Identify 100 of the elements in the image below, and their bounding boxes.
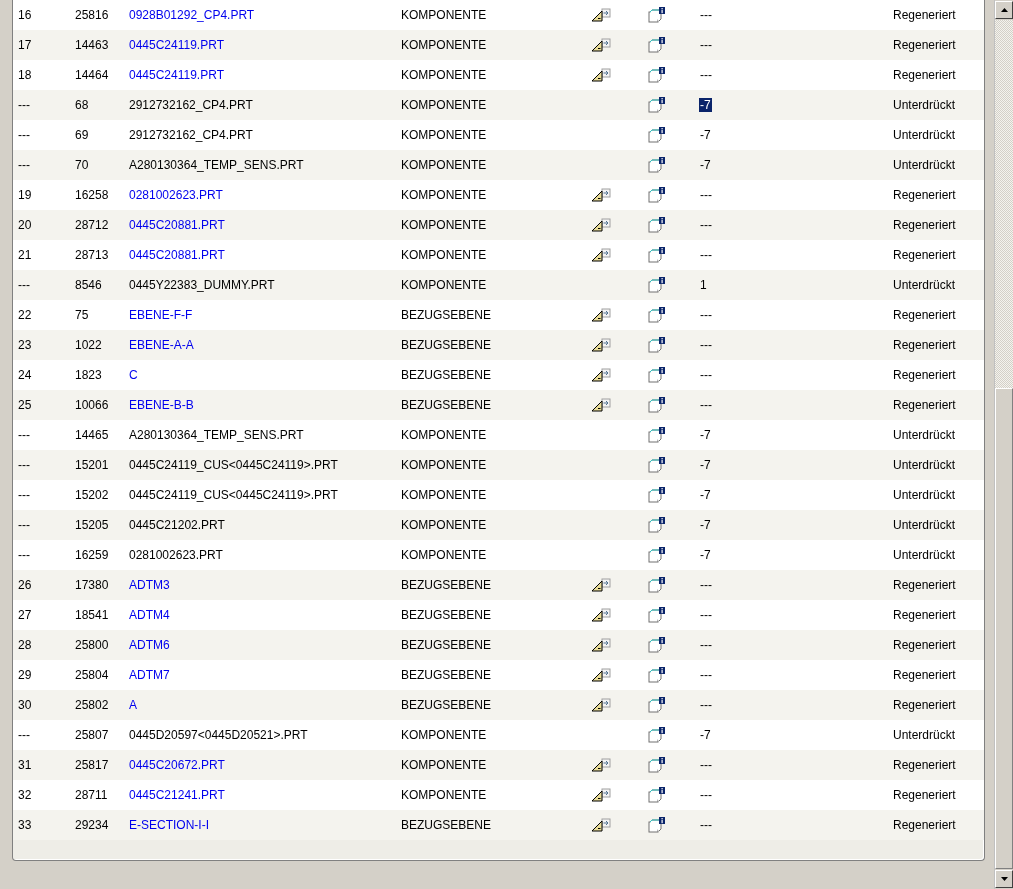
info-cube-icon[interactable] — [648, 727, 666, 743]
triangle-arrow-icon[interactable] — [591, 368, 611, 382]
info-cube-icon[interactable] — [648, 277, 666, 293]
value-cell[interactable]: --- — [699, 398, 713, 412]
value-cell[interactable]: --- — [699, 758, 713, 772]
info-cube-icon[interactable] — [648, 607, 666, 623]
info-cube-icon[interactable] — [648, 637, 666, 653]
triangle-arrow-icon[interactable] — [591, 308, 611, 322]
triangle-arrow-icon[interactable] — [591, 188, 611, 202]
info-cube-icon[interactable] — [648, 397, 666, 413]
value-cell[interactable]: --- — [699, 248, 713, 262]
value-cell[interactable]: -7 — [699, 728, 712, 742]
feature-link[interactable]: 0928B01292_CP4.PRT — [129, 8, 255, 22]
info-cube-icon[interactable] — [648, 67, 666, 83]
status-text: Unterdrückt — [893, 98, 956, 112]
info-cube-icon[interactable] — [648, 157, 666, 173]
scroll-down-button[interactable] — [995, 870, 1013, 888]
scroll-up-button[interactable] — [995, 1, 1013, 19]
feature-type: KOMPONENTE — [401, 8, 487, 22]
info-cube-icon[interactable] — [648, 247, 666, 263]
value-cell[interactable]: -7 — [699, 518, 712, 532]
triangle-arrow-icon[interactable] — [591, 668, 611, 682]
value-cell[interactable]: -7 — [699, 158, 712, 172]
triangle-arrow-icon[interactable] — [591, 248, 611, 262]
triangle-arrow-icon[interactable] — [591, 788, 611, 802]
info-cube-icon[interactable] — [648, 7, 666, 23]
feature-link[interactable]: ADTM3 — [129, 578, 170, 592]
triangle-arrow-icon[interactable] — [591, 698, 611, 712]
value-cell[interactable]: --- — [699, 818, 713, 832]
info-cube-icon[interactable] — [648, 307, 666, 323]
scroll-thumb[interactable] — [995, 388, 1013, 869]
info-cube-icon[interactable] — [648, 487, 666, 503]
feature-link[interactable]: ADTM6 — [129, 638, 170, 652]
value-cell[interactable]: --- — [699, 578, 713, 592]
feature-link[interactable]: 0445C24119.PRT — [129, 68, 224, 82]
feature-link[interactable]: EBENE-B-B — [129, 398, 194, 412]
feature-link[interactable]: 0445C20672.PRT — [129, 758, 225, 772]
triangle-arrow-icon[interactable] — [591, 398, 611, 412]
info-cube-icon[interactable] — [648, 457, 666, 473]
value-cell[interactable]: 1 — [699, 278, 708, 292]
feature-link[interactable]: ADTM7 — [129, 668, 170, 682]
triangle-arrow-icon[interactable] — [591, 638, 611, 652]
triangle-arrow-icon[interactable] — [591, 218, 611, 232]
triangle-arrow-icon[interactable] — [591, 758, 611, 772]
feature-link[interactable]: EBENE-A-A — [129, 338, 194, 352]
info-cube-icon[interactable] — [648, 757, 666, 773]
feature-link[interactable]: E-SECTION-I-I — [129, 818, 209, 832]
feature-link[interactable]: ADTM4 — [129, 608, 170, 622]
value-cell[interactable]: -7 — [699, 128, 712, 142]
value-cell[interactable]: --- — [699, 218, 713, 232]
feature-id: 75 — [75, 308, 89, 322]
info-cube-icon[interactable] — [648, 367, 666, 383]
value-cell[interactable]: --- — [699, 188, 713, 202]
triangle-arrow-icon[interactable] — [591, 338, 611, 352]
value-cell[interactable]: -7 — [699, 488, 712, 502]
feature-link[interactable]: C — [129, 368, 138, 382]
info-cube-icon[interactable] — [648, 697, 666, 713]
info-cube-icon[interactable] — [648, 337, 666, 353]
info-cube-icon[interactable] — [648, 667, 666, 683]
info-cube-icon[interactable] — [648, 577, 666, 593]
value-cell[interactable]: --- — [699, 38, 713, 52]
value-cell[interactable]: --- — [699, 698, 713, 712]
value-cell[interactable]: --- — [699, 68, 713, 82]
value-cell[interactable]: -7 — [699, 548, 712, 562]
info-cube-icon[interactable] — [648, 517, 666, 533]
value-cell[interactable]: --- — [699, 8, 713, 22]
value-cell[interactable]: -7 — [699, 428, 712, 442]
feature-link[interactable]: 0281002623.PRT — [129, 188, 223, 202]
scroll-down-icon[interactable] — [1000, 877, 1008, 881]
feature-link[interactable]: 0445C21241.PRT — [129, 788, 225, 802]
value-cell[interactable]: --- — [699, 308, 713, 322]
triangle-arrow-icon[interactable] — [591, 68, 611, 82]
value-cell[interactable]: --- — [699, 668, 713, 682]
info-cube-icon[interactable] — [648, 547, 666, 563]
value-cell[interactable]: -7 — [699, 458, 712, 472]
value-cell[interactable]: --- — [699, 338, 713, 352]
triangle-arrow-icon[interactable] — [591, 578, 611, 592]
info-cube-icon[interactable] — [648, 37, 666, 53]
feature-link[interactable]: 0445C20881.PRT — [129, 248, 225, 262]
info-cube-icon[interactable] — [648, 787, 666, 803]
info-cube-icon[interactable] — [648, 97, 666, 113]
feature-link[interactable]: 0445C20881.PRT — [129, 218, 225, 232]
value-cell[interactable]: --- — [699, 608, 713, 622]
info-cube-icon[interactable] — [648, 187, 666, 203]
feature-link[interactable]: EBENE-F-F — [129, 308, 193, 322]
info-cube-icon[interactable] — [648, 817, 666, 833]
info-cube-icon[interactable] — [648, 427, 666, 443]
scroll-up-icon[interactable] — [1000, 8, 1008, 12]
info-cube-icon[interactable] — [648, 127, 666, 143]
triangle-arrow-icon[interactable] — [591, 38, 611, 52]
value-cell[interactable]: --- — [699, 368, 713, 382]
value-cell[interactable]: --- — [699, 788, 713, 802]
value-cell[interactable]: --- — [699, 638, 713, 652]
triangle-arrow-icon[interactable] — [591, 818, 611, 832]
triangle-arrow-icon[interactable] — [591, 608, 611, 622]
feature-link[interactable]: 0445C24119.PRT — [129, 38, 224, 52]
info-cube-icon[interactable] — [648, 217, 666, 233]
triangle-arrow-icon[interactable] — [591, 8, 611, 22]
feature-link[interactable]: A — [129, 698, 137, 712]
value-cell[interactable]: -7 — [699, 98, 712, 112]
